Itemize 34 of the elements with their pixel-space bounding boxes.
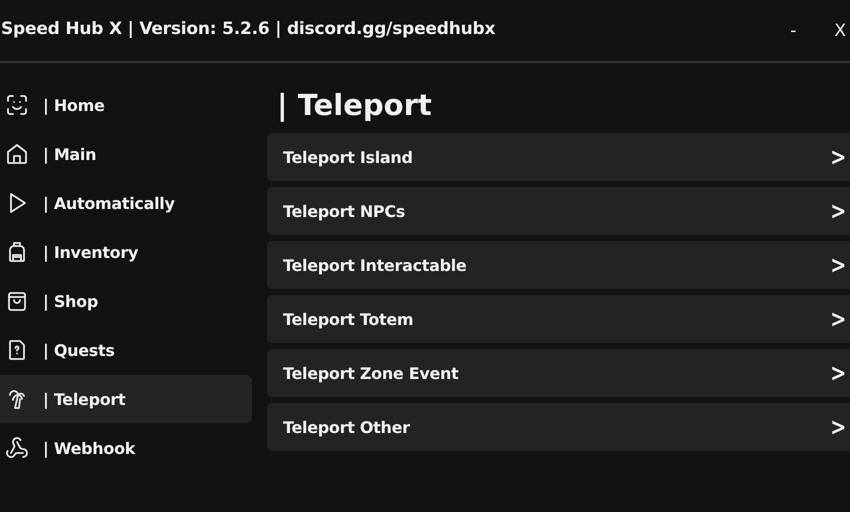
shopping-bag-icon	[5, 289, 29, 313]
chevron-icon: >	[830, 359, 848, 387]
sidebar-item[interactable]: | Teleport	[0, 375, 252, 423]
sidebar-item[interactable]: | Inventory	[0, 228, 252, 276]
teleport-menu-row[interactable]: Teleport Island >	[267, 133, 850, 181]
row-label: Teleport Island	[283, 148, 413, 166]
minimize-button[interactable]: -	[786, 20, 800, 40]
sidebar-item[interactable]: | Home	[0, 81, 252, 129]
row-label: Teleport Totem	[283, 310, 414, 328]
face-scan-icon	[5, 93, 29, 117]
chevron-icon: >	[830, 197, 848, 225]
row-label: Teleport Zone Event	[283, 364, 458, 382]
close-button[interactable]: X	[830, 20, 850, 40]
section-title: | Teleport	[277, 87, 433, 123]
sidebar-item[interactable]: | Quests	[0, 326, 252, 374]
chevron-icon: >	[830, 143, 848, 171]
chevron-icon: >	[830, 305, 848, 333]
house-icon	[5, 142, 29, 166]
teleport-menu-row[interactable]: Teleport Zone Event >	[267, 349, 850, 397]
chevron-icon: >	[830, 413, 848, 441]
teleport-menu-row[interactable]: Teleport Other >	[267, 403, 850, 451]
sidebar-item[interactable]: | Webhook	[0, 424, 252, 472]
teleport-menu-row[interactable]: Teleport NPCs >	[267, 187, 850, 235]
row-label: Teleport NPCs	[283, 202, 406, 220]
chevron-icon: >	[830, 251, 848, 279]
teleport-menu-row[interactable]: Teleport Interactable >	[267, 241, 850, 289]
sidebar-item[interactable]: | Shop	[0, 277, 252, 325]
webhook-icon	[5, 436, 29, 460]
window-title: Speed Hub X | Version: 5.2.6 | discord.gg/speedhubx	[0, 18, 496, 40]
row-label: Teleport Interactable	[283, 256, 466, 274]
sidebar-item[interactable]: | Main	[0, 130, 252, 178]
row-label: Teleport Other	[283, 418, 410, 436]
teleport-menu-row[interactable]: Teleport Totem >	[267, 295, 850, 343]
sidebar-item[interactable]: | Automatically	[0, 179, 252, 227]
